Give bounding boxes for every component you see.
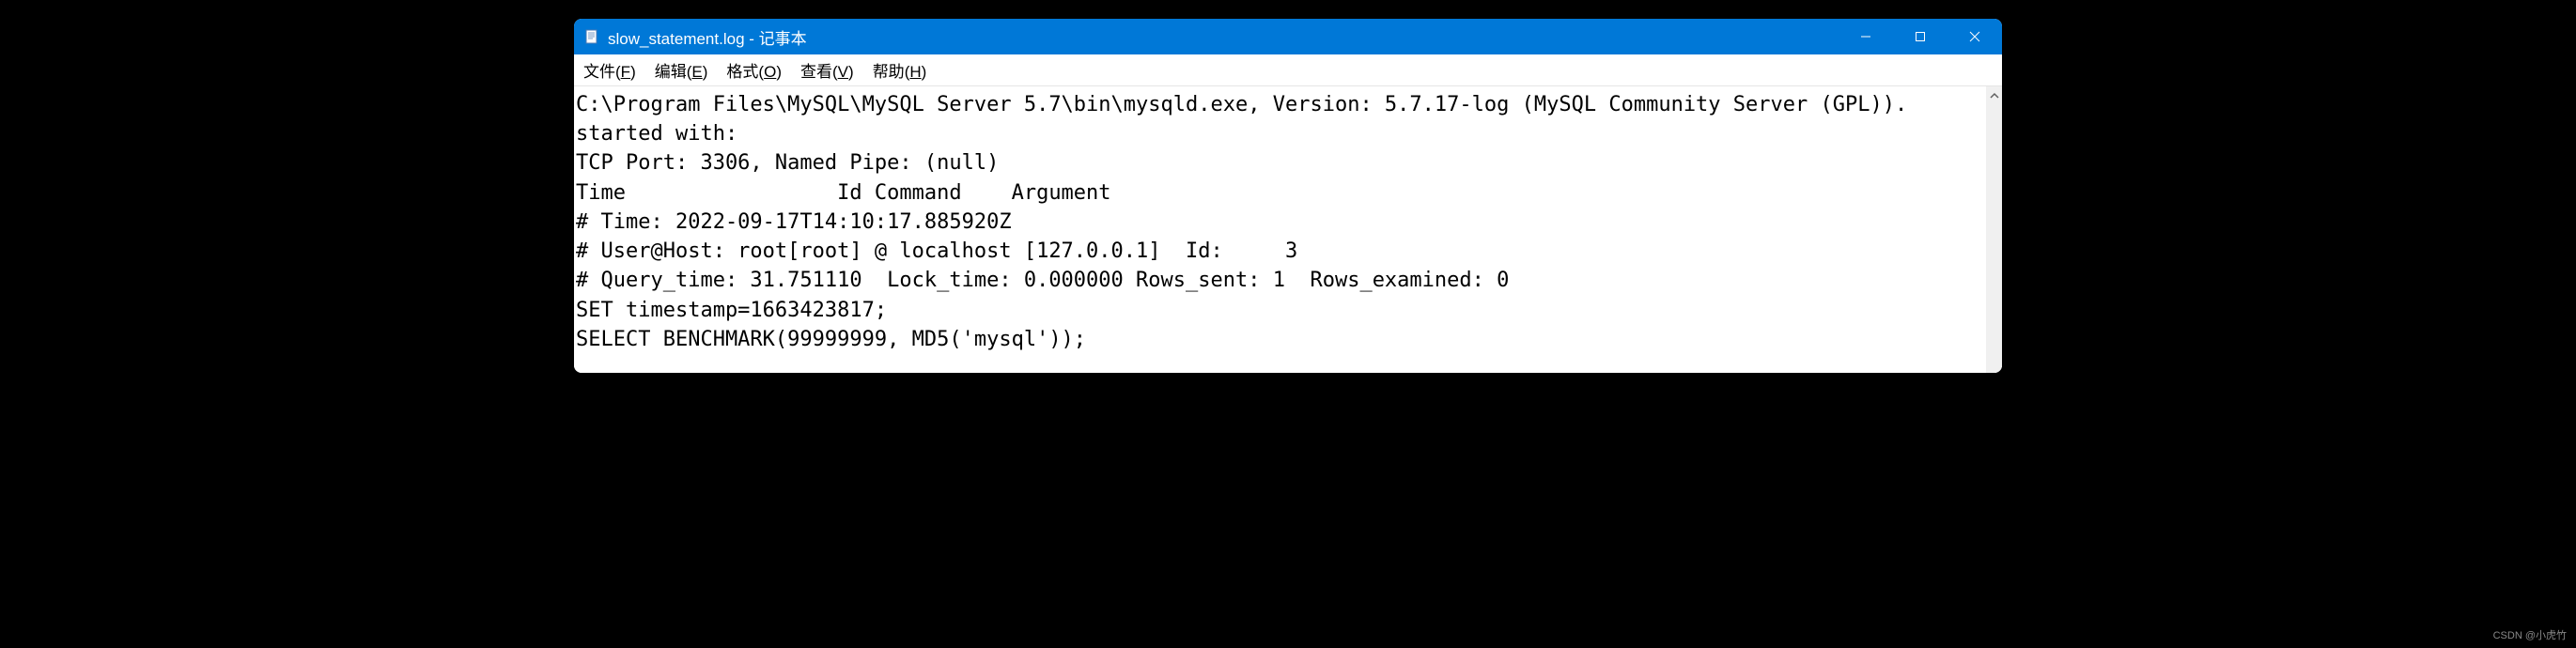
log-line: # Time: 2022-09-17T14:10:17.885920Z: [576, 210, 1012, 234]
log-line: TCP Port: 3306, Named Pipe: (null): [576, 151, 999, 175]
titlebar[interactable]: slow_statement.log - 记事本: [574, 19, 2002, 54]
log-line: SELECT BENCHMARK(99999999, MD5('mysql'))…: [576, 328, 1086, 351]
menu-help[interactable]: 帮助(H): [869, 56, 931, 84]
scroll-up-icon: [1989, 90, 2000, 101]
window-controls: [1839, 19, 2002, 54]
vertical-scrollbar[interactable]: [1986, 86, 2002, 373]
menu-format[interactable]: 格式(O): [722, 56, 785, 84]
menubar: 文件(F) 编辑(E) 格式(O) 查看(V) 帮助(H): [574, 54, 2002, 86]
notepad-window: slow_statement.log - 记事本 文件(F) 编辑(E: [574, 19, 2002, 373]
menu-view[interactable]: 查看(V): [797, 56, 858, 84]
text-area[interactable]: C:\Program Files\MySQL\MySQL Server 5.7\…: [574, 86, 1986, 373]
log-line: # User@Host: root[root] @ localhost [127…: [576, 239, 1297, 263]
maximize-button[interactable]: [1893, 19, 1948, 54]
log-line: # Query_time: 31.751110 Lock_time: 0.000…: [576, 269, 1509, 292]
watermark: CSDN @小虎竹: [2493, 627, 2567, 642]
minimize-icon: [1860, 31, 1871, 42]
log-line: SET timestamp=1663423817;: [576, 299, 887, 322]
window-title: slow_statement.log - 记事本: [608, 25, 1839, 49]
close-button[interactable]: [1948, 19, 2002, 54]
maximize-icon: [1915, 31, 1926, 42]
minimize-button[interactable]: [1839, 19, 1893, 54]
log-line: Time Id Command Argument: [576, 181, 1111, 205]
menu-edit[interactable]: 编辑(E): [651, 56, 712, 84]
menu-file[interactable]: 文件(F): [580, 56, 640, 84]
content-wrapper: C:\Program Files\MySQL\MySQL Server 5.7\…: [574, 86, 2002, 373]
log-line: C:\Program Files\MySQL\MySQL Server 5.7\…: [576, 93, 1919, 146]
notepad-icon: [583, 28, 600, 45]
close-icon: [1969, 31, 1980, 42]
